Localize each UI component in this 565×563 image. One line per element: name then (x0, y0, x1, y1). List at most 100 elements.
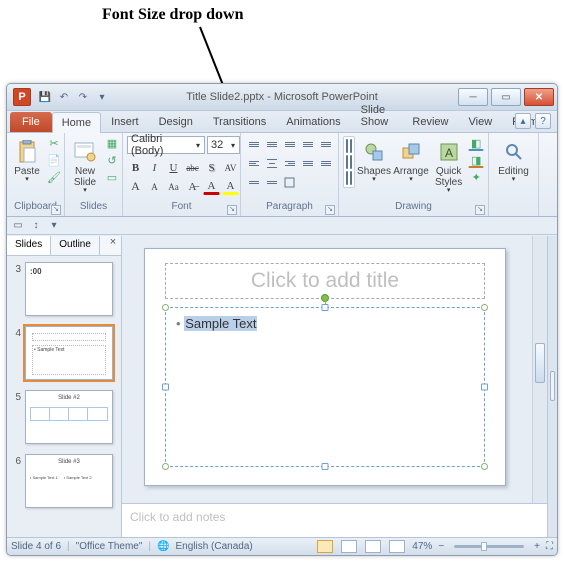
change-case-button[interactable]: Aa (165, 178, 182, 195)
close-button[interactable]: ✕ (524, 88, 554, 106)
grow-font-button[interactable]: A (127, 178, 144, 195)
italic-button[interactable]: I (146, 159, 163, 176)
shapes-button[interactable]: Shapes▾ (358, 136, 390, 184)
tab-review[interactable]: Review (402, 111, 458, 132)
new-slide-button[interactable]: New Slide ▾ (69, 136, 101, 195)
font-color-button[interactable]: A (203, 178, 220, 195)
vertical-scrollbar[interactable] (532, 236, 547, 503)
tab-file[interactable]: File (10, 112, 52, 132)
shape-outline-icon[interactable]: ◨ (468, 153, 484, 168)
selection-handle[interactable] (162, 384, 169, 391)
underline-button[interactable]: U (165, 159, 182, 176)
content-text[interactable]: • Sample Text (176, 316, 257, 331)
help-icon[interactable]: ? (535, 113, 551, 129)
tab-home[interactable]: Home (52, 112, 101, 133)
font-size-dropdown[interactable]: 32 ▾ (207, 136, 240, 154)
zoom-level[interactable]: 47% (412, 541, 432, 552)
bold-button[interactable]: B (127, 159, 144, 176)
thumbnail-6[interactable]: Slide #3 • Sample Text 1• Sample Text 2 (25, 454, 113, 508)
redo-icon[interactable]: ↷ (75, 89, 91, 105)
content-placeholder[interactable]: • Sample Text (165, 307, 485, 467)
tab-view[interactable]: View (459, 111, 503, 132)
slides-pane-close-icon[interactable]: × (105, 236, 121, 255)
thumbnail-row[interactable]: 5 Slide #2 (11, 390, 117, 444)
subbar-icon-2[interactable]: ↕ (29, 219, 43, 233)
copy-icon[interactable]: 📄 (46, 153, 62, 168)
selection-handle[interactable] (481, 304, 488, 311)
justify-button[interactable] (299, 155, 316, 172)
zoom-slider-thumb[interactable] (481, 542, 487, 551)
char-spacing-button[interactable]: AV (222, 159, 239, 176)
layout-icon[interactable]: ▦ (104, 136, 120, 151)
status-language[interactable]: English (Canada) (175, 541, 252, 552)
tab-slides-thumbs[interactable]: Slides (7, 236, 51, 255)
paste-button[interactable]: Paste ▾ (11, 136, 43, 184)
selection-handle[interactable] (322, 304, 329, 311)
thumbnails-list[interactable]: 3 :00 4 • Sample Text 5 Slide #2 (7, 256, 121, 537)
smartart-button[interactable] (281, 174, 298, 191)
text-shadow-button[interactable]: S (203, 159, 220, 176)
align-text-button[interactable] (263, 174, 280, 191)
subbar-icon-1[interactable]: ▭ (11, 219, 25, 233)
slide-canvas[interactable]: Click to add title • Sample Tex (122, 236, 547, 503)
align-right-button[interactable] (281, 155, 298, 172)
text-direction-button[interactable] (245, 174, 262, 191)
minimize-button[interactable]: ─ (458, 88, 488, 106)
format-painter-icon[interactable]: 🖌 (46, 170, 62, 185)
increase-indent-button[interactable] (299, 136, 316, 153)
arrange-button[interactable]: Arrange▾ (393, 136, 429, 184)
shrink-font-button[interactable]: A (146, 178, 163, 195)
drawing-dialog-launcher-icon[interactable]: ↘ (475, 205, 485, 215)
thumbnail-row[interactable]: 4 • Sample Text (11, 326, 117, 380)
slideshow-view-button[interactable] (389, 540, 405, 553)
tab-insert[interactable]: Insert (101, 111, 149, 132)
selection-handle[interactable] (162, 304, 169, 311)
rotate-handle-icon[interactable] (321, 294, 329, 302)
selection-handle[interactable] (481, 384, 488, 391)
maximize-button[interactable]: ▭ (491, 88, 521, 106)
thumbnail-3[interactable]: :00 (25, 262, 113, 316)
save-icon[interactable]: 💾 (37, 89, 53, 105)
shape-effects-icon[interactable]: ✦ (468, 170, 484, 185)
zoom-in-button[interactable]: + (534, 541, 540, 552)
font-dialog-launcher-icon[interactable]: ↘ (227, 205, 237, 215)
align-center-button[interactable] (263, 155, 280, 172)
scrollbar-thumb[interactable] (535, 343, 545, 383)
cut-icon[interactable]: ✂ (46, 136, 62, 151)
tab-design[interactable]: Design (149, 111, 203, 132)
selection-handle[interactable] (322, 463, 329, 470)
reset-icon[interactable]: ↺ (104, 153, 120, 168)
section-icon[interactable]: ▭ (104, 170, 120, 185)
clear-formatting-button[interactable]: A̶ (184, 178, 201, 195)
selection-handle[interactable] (162, 463, 169, 470)
undo-icon[interactable]: ↶ (56, 89, 72, 105)
tab-transitions[interactable]: Transitions (203, 111, 276, 132)
thumbnail-5[interactable]: Slide #2 (25, 390, 113, 444)
subbar-dropdown-icon[interactable]: ▾ (47, 219, 61, 233)
qat-customize-icon[interactable]: ▾ (94, 89, 110, 105)
zoom-out-button[interactable]: − (438, 541, 444, 552)
thumbnail-row[interactable]: 3 :00 (11, 262, 117, 316)
align-left-button[interactable] (245, 155, 262, 172)
tab-animations[interactable]: Animations (276, 111, 350, 132)
tab-outline[interactable]: Outline (51, 236, 100, 255)
line-spacing-button[interactable] (317, 136, 334, 153)
numbering-button[interactable] (263, 136, 280, 153)
bullets-button[interactable] (245, 136, 262, 153)
paragraph-dialog-launcher-icon[interactable]: ↘ (325, 205, 335, 215)
decrease-indent-button[interactable] (281, 136, 298, 153)
editing-button[interactable]: Editing▾ (493, 136, 534, 184)
zoom-slider[interactable] (454, 545, 524, 548)
fit-window-button[interactable]: ⛶ (546, 541, 553, 552)
highlight-button[interactable]: A (222, 178, 239, 195)
strikethrough-button[interactable]: abc (184, 159, 201, 176)
right-collapse-rail[interactable] (547, 236, 557, 537)
reading-view-button[interactable] (365, 540, 381, 553)
columns-button[interactable] (317, 155, 334, 172)
quick-styles-button[interactable]: A Quick Styles▾ (432, 136, 465, 195)
shapes-gallery[interactable] (343, 136, 355, 188)
normal-view-button[interactable] (317, 540, 333, 553)
thumbnail-row[interactable]: 6 Slide #3 • Sample Text 1• Sample Text … (11, 454, 117, 508)
slide[interactable]: Click to add title • Sample Tex (144, 248, 506, 486)
tab-slideshow[interactable]: Slide Show (351, 99, 403, 132)
